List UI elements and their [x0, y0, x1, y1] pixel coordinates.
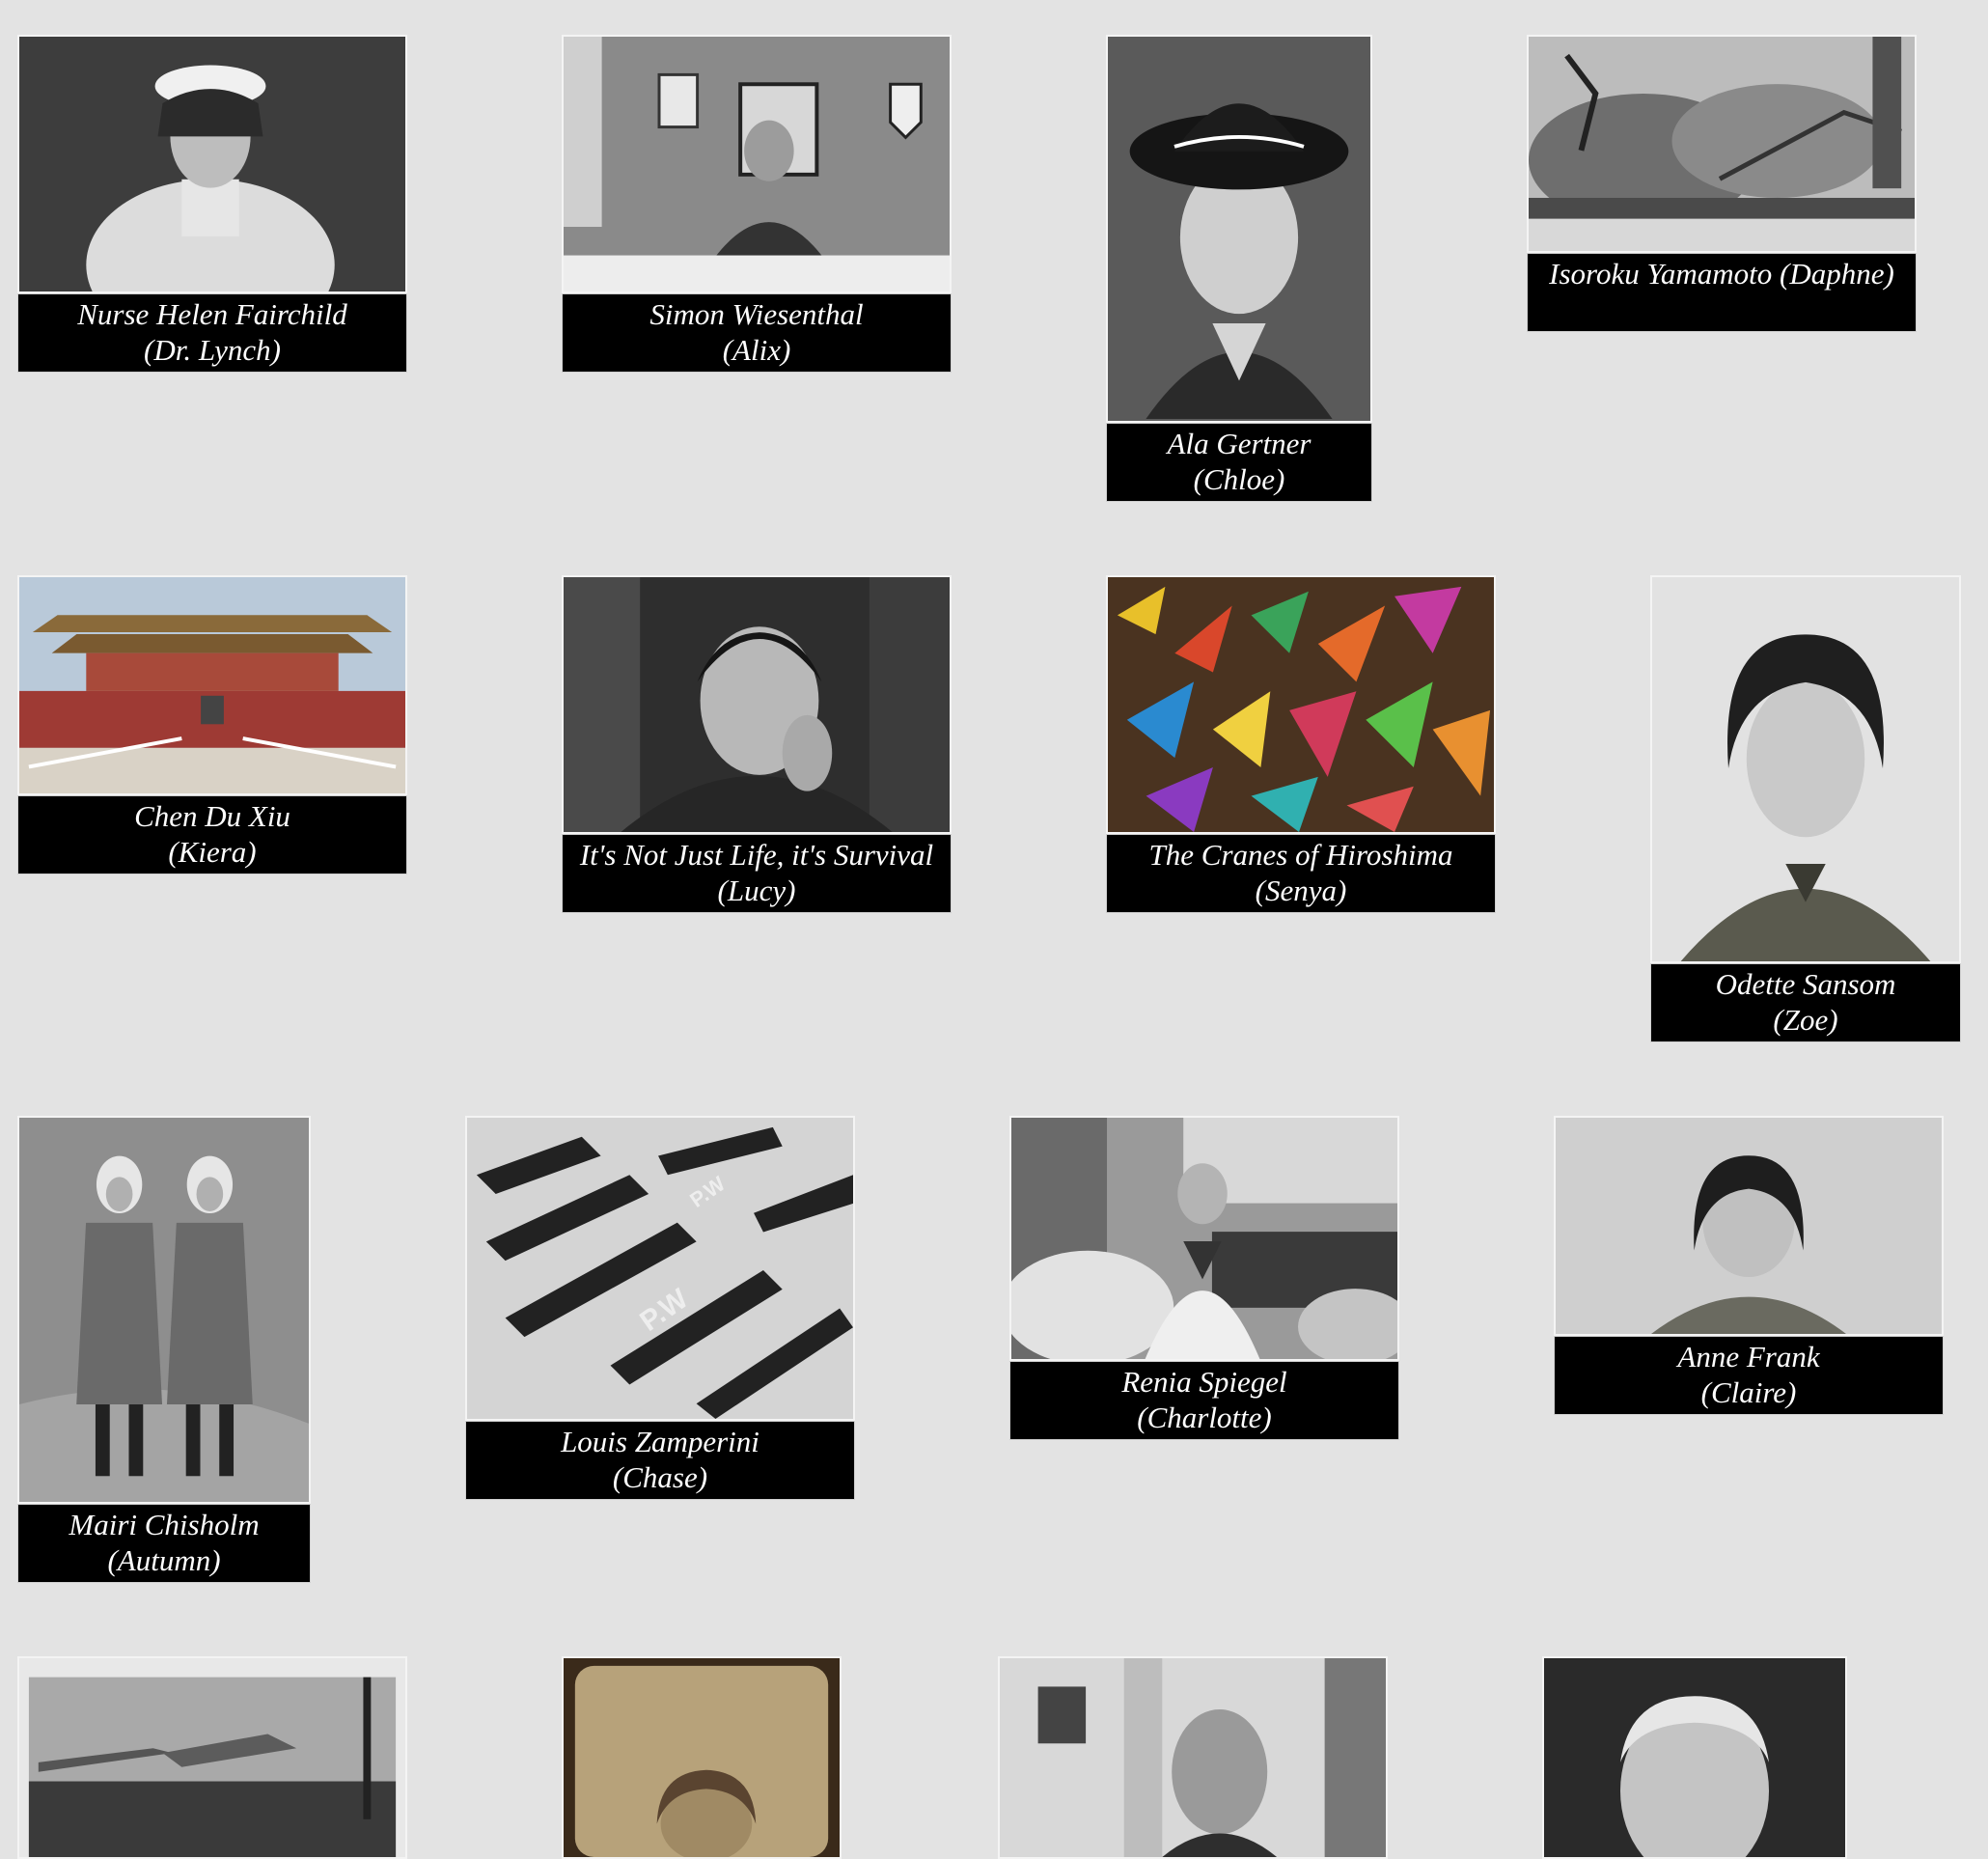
elderly-man-photo[interactable] — [998, 1656, 1388, 1859]
woman-with-flowers-photo[interactable] — [1009, 1116, 1399, 1361]
portrait-nurse-photo[interactable] — [17, 35, 407, 293]
camp-crowd-photo[interactable] — [17, 1656, 407, 1859]
caption-student: (Zoe) — [1773, 1003, 1838, 1037]
caption-student: (Chase) — [612, 1460, 708, 1494]
man-at-desk-photo[interactable] — [562, 35, 952, 293]
man-portrait-photo[interactable] — [1542, 1656, 1847, 1859]
caption-student: (Dr. Lynch) — [144, 333, 281, 367]
girl-portrait-photo[interactable] — [1554, 1116, 1944, 1336]
caption-name: Renia Spiegel — [1121, 1365, 1287, 1399]
caption-name: Nurse Helen Fairchild — [77, 297, 347, 331]
caption-name: Chen Du Xiu — [134, 799, 290, 833]
caption-student: (Claire) — [1700, 1375, 1797, 1409]
two-nurses-photo[interactable] — [17, 1116, 311, 1504]
caption-name: Simon Wiesenthal — [649, 297, 864, 331]
caption-student: (Lucy) — [717, 874, 796, 907]
caption-student: (Chloe) — [1193, 462, 1285, 496]
caption-student: (Charlotte) — [1137, 1401, 1272, 1434]
sepia-woman-photo[interactable] — [562, 1656, 842, 1859]
woman-in-uniform-photo[interactable] — [1650, 575, 1961, 963]
elderly-woman-portrait-photo[interactable] — [562, 575, 952, 834]
tiananmen-gate-photo[interactable] — [17, 575, 407, 795]
caption-name: Isoroku Yamamoto (Daphne) — [1549, 257, 1894, 291]
woman-in-hat-photo[interactable] — [1106, 35, 1372, 423]
caption-name: Odette Sansom — [1715, 967, 1896, 1001]
caption-student: (Alix) — [722, 333, 791, 367]
caption-name: Mairi Chisholm — [69, 1508, 260, 1541]
pow-camp-aerial-photo[interactable]: P.W P.W — [465, 1116, 855, 1421]
caption-name: Louis Zamperini — [561, 1425, 759, 1458]
caption-student: (Kiera) — [168, 835, 257, 869]
burning-battleship-photo[interactable] — [1527, 35, 1917, 253]
caption-name: The Cranes of Hiroshima — [1148, 838, 1453, 872]
caption-name: Ala Gertner — [1167, 427, 1312, 460]
caption-student: (Autumn) — [107, 1543, 221, 1577]
caption-name: It's Not Just Life, it's Survival — [579, 838, 934, 872]
caption-name: Anne Frank — [1677, 1340, 1820, 1373]
paper-cranes-photo[interactable] — [1106, 575, 1496, 834]
caption-student: (Senya) — [1255, 874, 1347, 907]
